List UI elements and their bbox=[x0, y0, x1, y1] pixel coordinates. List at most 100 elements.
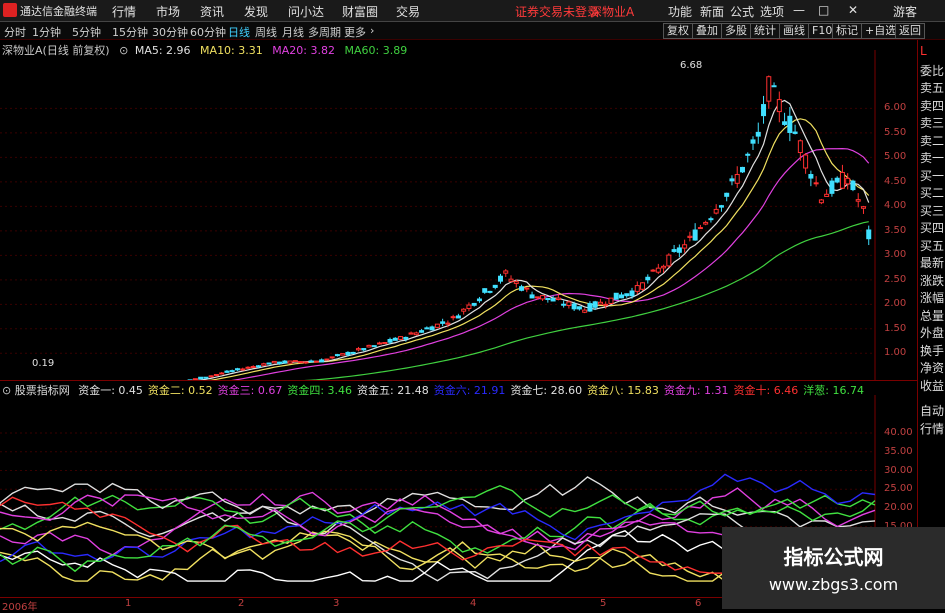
candle-body bbox=[751, 140, 755, 143]
moving-average-line bbox=[6, 119, 869, 380]
high-price-label: 6.68 bbox=[680, 60, 702, 71]
period-weekly[interactable]: 周线 bbox=[255, 24, 277, 40]
candle-body bbox=[225, 371, 229, 372]
period-intraday[interactable]: 分时 bbox=[4, 24, 26, 40]
app-title: 通达信金融终端 bbox=[20, 3, 97, 19]
candle-body bbox=[662, 266, 666, 268]
indicator-tick: 25.00 bbox=[884, 483, 913, 494]
candle-body bbox=[293, 361, 297, 362]
back-button[interactable]: 返回 bbox=[895, 23, 925, 39]
period-more[interactable]: 更多 bbox=[344, 24, 366, 40]
candle-body bbox=[577, 307, 581, 309]
candle-body bbox=[514, 282, 518, 284]
menu-item-trade[interactable]: 交易 bbox=[396, 3, 420, 20]
candle-body bbox=[204, 377, 208, 378]
candle-body bbox=[819, 200, 823, 203]
candle-body bbox=[530, 295, 534, 298]
menu-item-wealth[interactable]: 财富圈 bbox=[342, 3, 378, 20]
candle-body bbox=[825, 194, 829, 196]
statistics-button[interactable]: 统计 bbox=[750, 23, 780, 39]
side-panel-item: 买四 bbox=[920, 219, 944, 236]
price-tick: 1.50 bbox=[884, 323, 906, 334]
candle-body bbox=[278, 362, 282, 364]
indicator-tick: 40.00 bbox=[884, 427, 913, 438]
candle-body bbox=[677, 248, 681, 252]
candle-body bbox=[625, 294, 629, 296]
candle-body bbox=[335, 355, 339, 356]
date-label: 4 bbox=[470, 598, 476, 609]
candle-body bbox=[535, 297, 539, 298]
guest-label[interactable]: 游客 bbox=[893, 3, 917, 20]
period-15min[interactable]: 15分钟 bbox=[112, 24, 148, 40]
minimize-icon[interactable]: — bbox=[793, 3, 805, 17]
candle-body bbox=[483, 289, 487, 293]
candlestick-chart[interactable]: 6.68 0.19 bbox=[0, 40, 917, 380]
candle-body bbox=[246, 367, 250, 368]
candle-body bbox=[614, 293, 618, 299]
candle-body bbox=[362, 349, 366, 350]
candle-body bbox=[714, 209, 718, 213]
chevron-right-icon[interactable]: › bbox=[370, 24, 374, 37]
candle-body bbox=[556, 298, 560, 299]
multi-stock-button[interactable]: 多股 bbox=[721, 23, 751, 39]
moving-average-line bbox=[6, 100, 869, 380]
candle-body bbox=[656, 268, 660, 272]
app-logo-icon bbox=[3, 3, 17, 17]
candle-body bbox=[456, 316, 460, 318]
side-panel-item[interactable]: 自动 bbox=[920, 402, 944, 419]
draw-line-button[interactable]: 画线 bbox=[779, 23, 809, 39]
watermark-title: 指标公式网 bbox=[722, 541, 945, 570]
side-panel-item: L bbox=[920, 44, 927, 58]
candle-body bbox=[404, 337, 408, 339]
candle-body bbox=[604, 304, 608, 305]
period-5min[interactable]: 5分钟 bbox=[72, 24, 101, 40]
candle-body bbox=[341, 354, 345, 355]
menu-item-news[interactable]: 资讯 bbox=[200, 3, 224, 20]
side-panel-item: 最新 bbox=[920, 254, 944, 271]
candle-body bbox=[630, 291, 634, 296]
candle-body bbox=[693, 230, 697, 240]
menu-item-discover[interactable]: 发现 bbox=[244, 3, 268, 20]
candle-body bbox=[767, 77, 771, 101]
period-daily[interactable]: 日线 bbox=[228, 24, 250, 40]
menu-item-quotes[interactable]: 行情 bbox=[112, 3, 136, 20]
menu-item-ask[interactable]: 问小达 bbox=[288, 3, 324, 20]
menu-item-market[interactable]: 市场 bbox=[156, 3, 180, 20]
close-icon[interactable]: ✕ bbox=[848, 3, 858, 17]
date-label: 1 bbox=[125, 598, 131, 609]
period-monthly[interactable]: 月线 bbox=[282, 24, 304, 40]
candle-body bbox=[504, 271, 508, 273]
menu-options[interactable]: 选项 bbox=[760, 3, 784, 20]
stock-name-link[interactable]: 深物业A bbox=[590, 3, 634, 20]
menu-formula[interactable]: 公式 bbox=[730, 3, 754, 20]
mark-button[interactable]: 标记 bbox=[832, 23, 862, 39]
period-60min[interactable]: 60分钟 bbox=[190, 24, 226, 40]
restore-rights-button[interactable]: 复权 bbox=[663, 23, 693, 39]
candle-body bbox=[593, 302, 597, 307]
candle-body bbox=[488, 291, 492, 292]
side-panel-item: 买三 bbox=[920, 202, 944, 219]
candle-body bbox=[314, 361, 318, 362]
trade-login-alert[interactable]: 证券交易未登录 bbox=[515, 3, 599, 20]
period-multi[interactable]: 多周期 bbox=[308, 24, 341, 40]
candle-body bbox=[788, 116, 792, 132]
period-1min[interactable]: 1分钟 bbox=[32, 24, 61, 40]
restore-icon[interactable]: □ bbox=[818, 3, 829, 17]
period-30min[interactable]: 30分钟 bbox=[152, 24, 188, 40]
candle-body bbox=[783, 122, 787, 125]
candle-body bbox=[867, 230, 871, 239]
candle-body bbox=[804, 155, 808, 168]
menu-function[interactable]: 功能 bbox=[668, 3, 692, 20]
date-label: 6 bbox=[695, 598, 701, 609]
price-tick: 3.50 bbox=[884, 225, 906, 236]
candle-body bbox=[641, 283, 645, 289]
overlay-button[interactable]: 叠加 bbox=[692, 23, 722, 39]
candle-body bbox=[562, 304, 566, 305]
candle-body bbox=[309, 361, 313, 362]
side-panel-item: 买一 bbox=[920, 167, 944, 184]
price-tick: 2.50 bbox=[884, 274, 906, 285]
side-panel-item[interactable]: 行情 bbox=[920, 420, 944, 437]
menu-new-page[interactable]: 新面 bbox=[700, 3, 724, 20]
price-tick: 4.50 bbox=[884, 176, 906, 187]
candle-body bbox=[446, 323, 450, 324]
